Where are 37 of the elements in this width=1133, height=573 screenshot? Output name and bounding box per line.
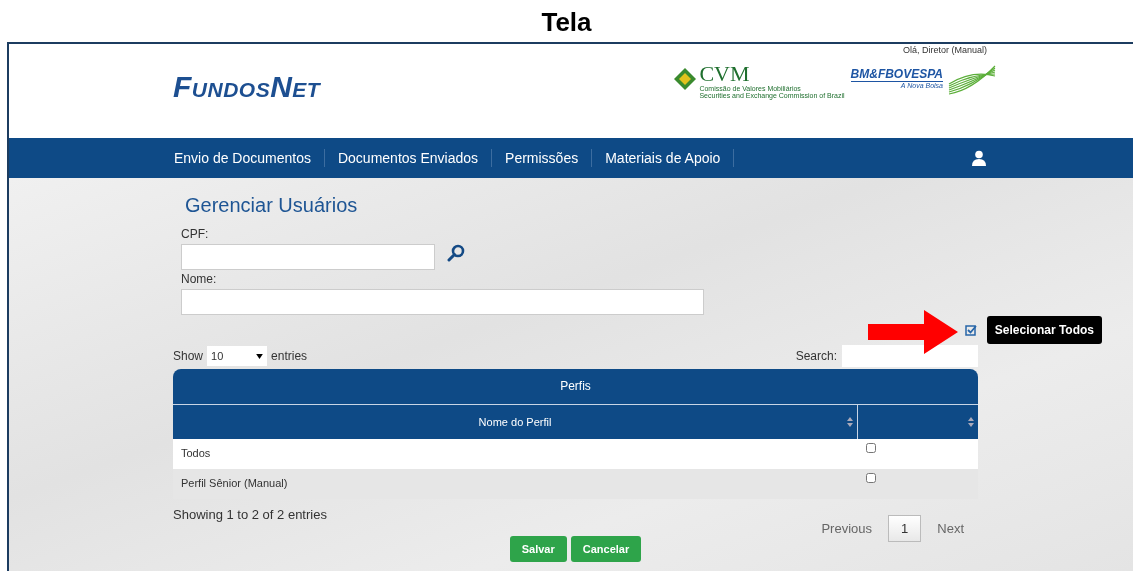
caption: Tela: [540, 6, 593, 39]
nav-link[interactable]: Envio de Documentos: [161, 149, 324, 167]
cpf-field[interactable]: [181, 244, 435, 270]
page-button[interactable]: 1: [888, 515, 922, 542]
nav-link[interactable]: Documentos Enviados: [323, 149, 492, 167]
previous-link[interactable]: Previous: [821, 521, 873, 536]
page-length-dropdown[interactable]: 10: [207, 346, 268, 366]
row-checkbox[interactable]: [866, 443, 876, 453]
field-label: Nome:: [181, 272, 218, 286]
nav-link[interactable]: Permissões: [491, 149, 592, 167]
sort-icon: [847, 417, 853, 427]
search-icon[interactable]: [447, 244, 465, 262]
tooltip: Selecionar Todos: [986, 316, 1102, 344]
page-title: Gerenciar Usuários: [185, 194, 359, 217]
checkbox-icon[interactable]: [964, 324, 977, 336]
show-label: Show: [173, 349, 204, 363]
row-checkbox[interactable]: [866, 473, 876, 483]
fundosnet-logo: FundosNet: [173, 70, 321, 105]
greeting: Olá, Diretor (Manual): [902, 45, 987, 55]
table-info: Showing 1 to 2 of 2 entries: [173, 507, 327, 524]
table-cell-text: Perfil Sênior (Manual): [180, 476, 289, 491]
sort-icon: [968, 417, 974, 427]
bovespa-name: BM&FBOVESPA: [850, 67, 943, 82]
entries-label: entries: [271, 349, 308, 363]
pointer-arrow-icon: [868, 310, 958, 354]
cvm-name: CVM: [699, 63, 751, 85]
table-cell-text: Todos: [180, 446, 212, 461]
caret-icon: [256, 353, 264, 359]
table-search-field[interactable]: [842, 345, 978, 367]
stripes-logo-icon: [947, 64, 997, 98]
user-icon[interactable]: [971, 150, 987, 166]
field-label: CPF:: [181, 227, 210, 241]
name-field[interactable]: [181, 289, 704, 315]
next-link[interactable]: Next: [937, 521, 964, 536]
search-label: Search:: [795, 349, 837, 363]
cvm-logo-icon: [673, 67, 698, 91]
table-caption: Perfis: [173, 369, 978, 405]
